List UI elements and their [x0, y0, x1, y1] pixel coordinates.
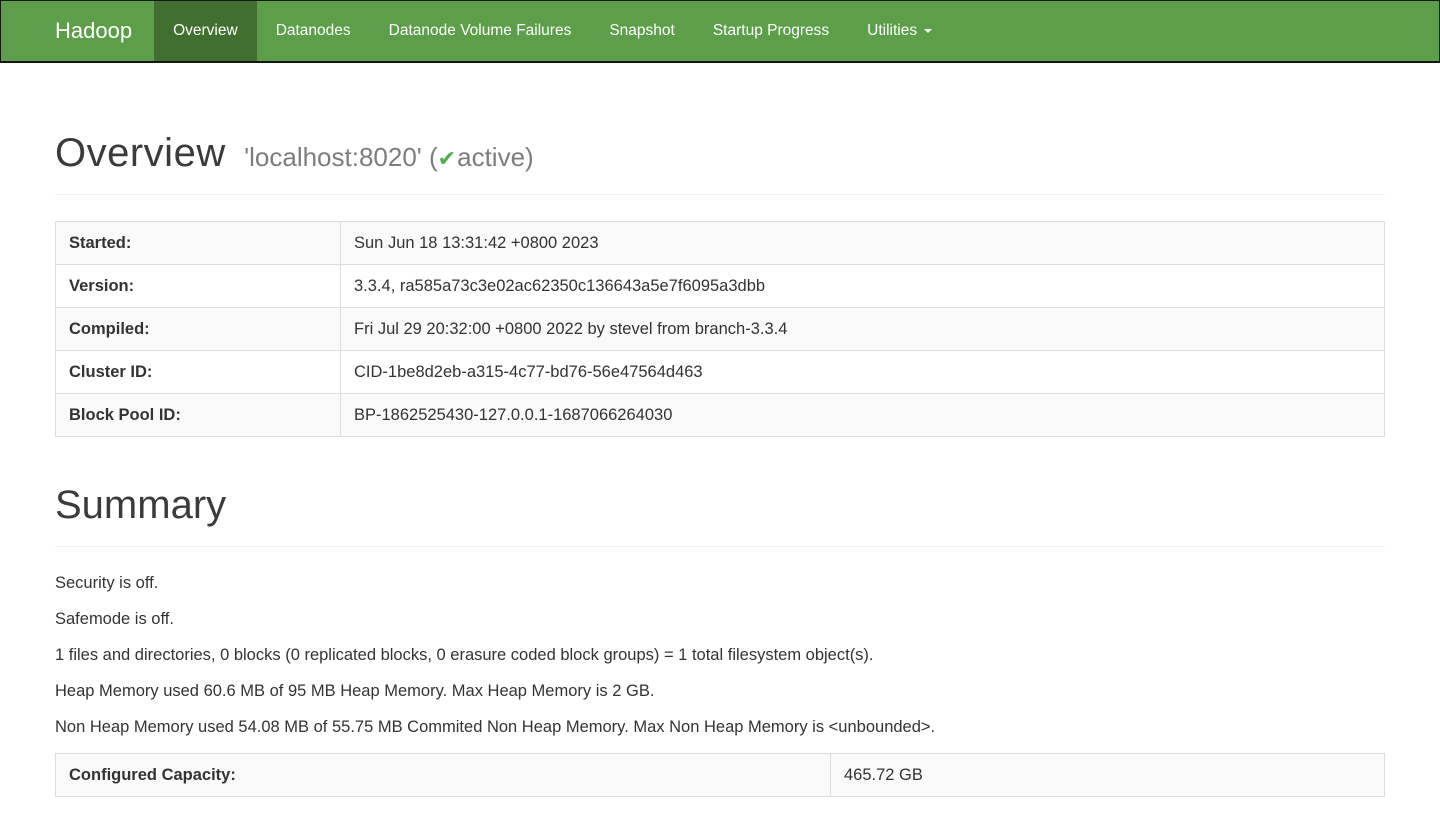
nav-item-utilities[interactable]: Utilities	[848, 1, 951, 61]
table-row: Compiled: Fri Jul 29 20:32:00 +0800 2022…	[55, 307, 1385, 351]
top-navbar: Hadoop Overview Datanodes Datanode Volum…	[0, 0, 1440, 63]
nav-item-startup-progress[interactable]: Startup Progress	[694, 1, 848, 61]
brand-hadoop[interactable]: Hadoop	[55, 1, 154, 61]
summary-title: Summary	[55, 483, 227, 527]
nav-item-datanode-volume-failures[interactable]: Datanode Volume Failures	[370, 1, 591, 61]
table-row: Configured Capacity: 465.72 GB	[55, 753, 1385, 797]
row-value: CID-1be8d2eb-a315-4c77-bd76-56e47564d463	[340, 350, 1385, 394]
filesystem-objects-text: 1 files and directories, 0 blocks (0 rep…	[55, 646, 874, 664]
row-value: Fri Jul 29 20:32:00 +0800 2022 by stevel…	[340, 307, 1385, 351]
state-paren-open: (	[429, 142, 438, 172]
table-row: Version: 3.3.4, ra585a73c3e02ac62350c136…	[55, 264, 1385, 308]
header-divider	[55, 194, 1385, 195]
nav-menu: Overview Datanodes Datanode Volume Failu…	[154, 1, 951, 61]
row-label: Configured Capacity:	[55, 753, 831, 797]
page-subtitle: 'localhost:8020' (✔active)	[244, 142, 534, 172]
row-value: BP-1862525430-127.0.0.1-1687066264030	[340, 393, 1385, 437]
active-check-icon: ✔	[437, 146, 457, 171]
row-label: Compiled:	[55, 307, 341, 351]
page-header: Overview 'localhost:8020' (✔active)	[55, 131, 1385, 176]
capacity-table: Configured Capacity: 465.72 GB	[55, 753, 1385, 797]
heap-memory-text: Heap Memory used 60.6 MB of 95 MB Heap M…	[55, 682, 655, 700]
row-value: 3.3.4, ra585a73c3e02ac62350c136643a5e7f6…	[340, 264, 1385, 308]
row-label: Cluster ID:	[55, 350, 341, 394]
page-title: Overview	[55, 131, 226, 175]
state-paren-close: )	[525, 142, 534, 172]
namenode-host: 'localhost:8020'	[244, 142, 422, 172]
nav-item-utilities-label: Utilities	[867, 22, 918, 39]
namenode-state: active	[457, 142, 526, 172]
nav-item-overview[interactable]: Overview	[154, 1, 257, 61]
non-heap-memory-text: Non Heap Memory used 54.08 MB of 55.75 M…	[55, 718, 936, 736]
nav-item-datanodes[interactable]: Datanodes	[257, 1, 370, 61]
table-row: Started: Sun Jun 18 13:31:42 +0800 2023	[55, 221, 1385, 265]
cluster-info-table: Started: Sun Jun 18 13:31:42 +0800 2023 …	[55, 221, 1385, 437]
security-status-text: Security is off.	[55, 574, 159, 592]
row-value: Sun Jun 18 13:31:42 +0800 2023	[340, 221, 1385, 265]
summary-divider	[55, 546, 1385, 547]
row-label: Version:	[55, 264, 341, 308]
table-row: Cluster ID: CID-1be8d2eb-a315-4c77-bd76-…	[55, 350, 1385, 394]
nav-item-snapshot[interactable]: Snapshot	[590, 1, 694, 61]
row-value: 465.72 GB	[830, 753, 1385, 797]
safemode-status-text: Safemode is off.	[55, 610, 174, 628]
row-label: Started:	[55, 221, 341, 265]
summary-paragraphs: Security is off. Safemode is off. 1 file…	[55, 573, 1385, 737]
main-content: Overview 'localhost:8020' (✔active) Star…	[0, 131, 1440, 797]
row-label: Block Pool ID:	[55, 393, 341, 437]
chevron-down-icon	[924, 29, 933, 33]
table-row: Block Pool ID: BP-1862525430-127.0.0.1-1…	[55, 393, 1385, 437]
